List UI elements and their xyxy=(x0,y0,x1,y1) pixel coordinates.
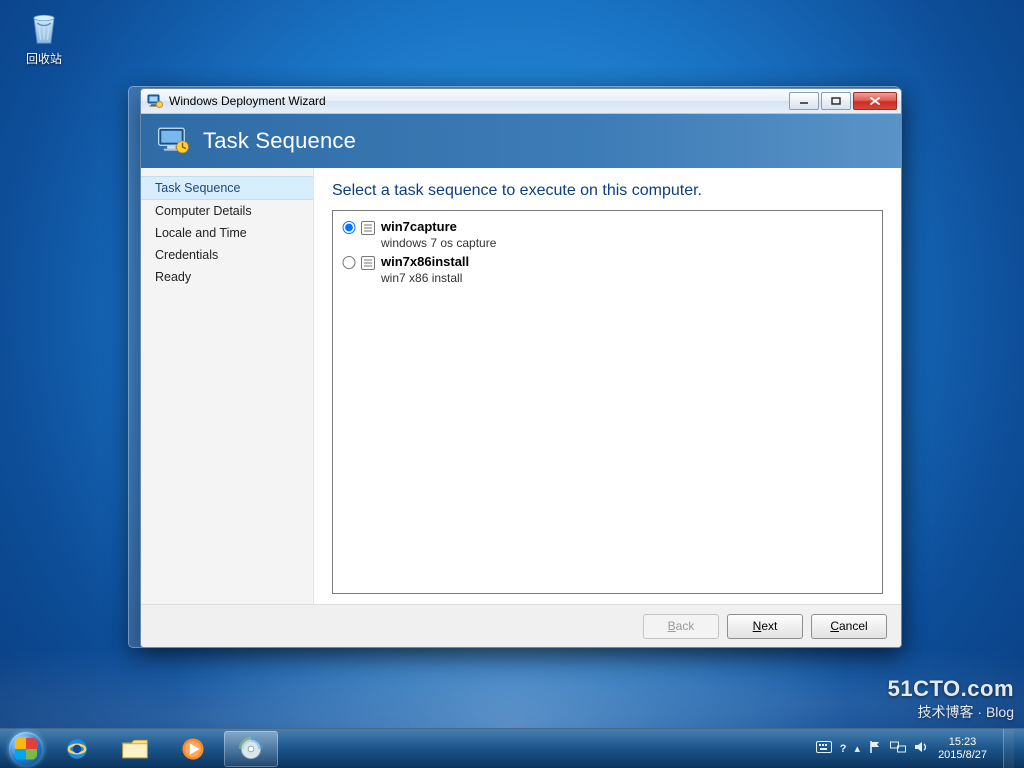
wizard-steps-list: Task SequenceComputer DetailsLocale and … xyxy=(141,168,314,604)
task-sequence-desc: win7 x86 install xyxy=(381,271,874,285)
tray-volume-icon[interactable] xyxy=(914,740,928,757)
taskbar-media-player[interactable] xyxy=(166,731,220,767)
content-heading: Select a task sequence to execute on thi… xyxy=(332,182,883,200)
taskbar-explorer[interactable] xyxy=(108,731,162,767)
watermark: 51CTO.com 技术博客 · Blog xyxy=(888,676,1014,722)
titlebar[interactable]: Windows Deployment Wizard xyxy=(141,89,901,114)
back-button: Back xyxy=(643,614,719,639)
task-sequence-radio[interactable] xyxy=(341,256,357,269)
task-sequence-radio[interactable] xyxy=(341,221,357,234)
window-controls xyxy=(789,92,897,110)
task-sequence-name: win7capture xyxy=(381,219,874,234)
task-sequence-item[interactable]: win7x86install win7 x86 install xyxy=(341,252,874,287)
show-desktop-button[interactable] xyxy=(1003,729,1014,768)
minimize-button[interactable] xyxy=(789,92,819,110)
tray-help-icon[interactable]: ? xyxy=(840,743,847,755)
tray-date: 2015/8/27 xyxy=(938,749,987,762)
banner-title: Task Sequence xyxy=(203,128,356,154)
tray-chevron-up-icon[interactable]: ▴ xyxy=(855,742,861,755)
task-sequence-desc: windows 7 os capture xyxy=(381,236,874,250)
task-sequence-item[interactable]: win7capture windows 7 os capture xyxy=(341,217,874,252)
wizard-step[interactable]: Task Sequence xyxy=(141,176,313,200)
task-sequence-icon xyxy=(361,221,375,235)
task-sequence-icon xyxy=(361,256,375,270)
recycle-bin[interactable]: 回收站 xyxy=(12,8,76,67)
task-sequence-list[interactable]: win7capture windows 7 os capture win7x86in… xyxy=(332,210,883,594)
system-tray: ? ▴ 15:23 2015/8/27 xyxy=(816,729,1018,768)
monitor-icon xyxy=(157,126,191,156)
tray-time: 15:23 xyxy=(938,736,987,749)
wizard-step[interactable]: Locale and Time xyxy=(141,222,313,244)
maximize-button[interactable] xyxy=(821,92,851,110)
task-sequence-name: win7x86install xyxy=(381,254,874,269)
cancel-button[interactable]: Cancel xyxy=(811,614,887,639)
deployment-wizard-window: Windows Deployment Wizard xyxy=(140,88,902,648)
close-button[interactable] xyxy=(853,92,897,110)
window-title: Windows Deployment Wizard xyxy=(169,94,789,108)
recycle-bin-label: 回收站 xyxy=(12,50,76,67)
recycle-bin-icon xyxy=(23,8,65,48)
wizard-content: Select a task sequence to execute on thi… xyxy=(314,168,901,604)
wizard-step[interactable]: Ready xyxy=(141,266,313,288)
start-button[interactable] xyxy=(6,729,46,768)
wizard-banner: Task Sequence xyxy=(141,114,901,168)
taskbar-ie[interactable] xyxy=(50,731,104,767)
tray-network-icon[interactable] xyxy=(890,740,906,757)
taskbar-pinned-apps xyxy=(50,731,278,767)
tray-clock[interactable]: 15:23 2015/8/27 xyxy=(938,736,987,761)
app-icon xyxy=(147,93,163,109)
tray-flag-icon[interactable] xyxy=(868,740,882,757)
wizard-step[interactable]: Computer Details xyxy=(141,200,313,222)
desktop: 回收站 Windows Deployment Wizard xyxy=(0,0,1024,768)
tray-keyboard-icon[interactable] xyxy=(816,741,832,756)
taskbar-deployment[interactable] xyxy=(224,731,278,767)
wizard-step[interactable]: Credentials xyxy=(141,244,313,266)
next-button[interactable]: Next xyxy=(727,614,803,639)
taskbar: ? ▴ 15:23 2015/8/27 xyxy=(0,728,1024,768)
wizard-button-row: Back Next Cancel xyxy=(141,604,901,647)
